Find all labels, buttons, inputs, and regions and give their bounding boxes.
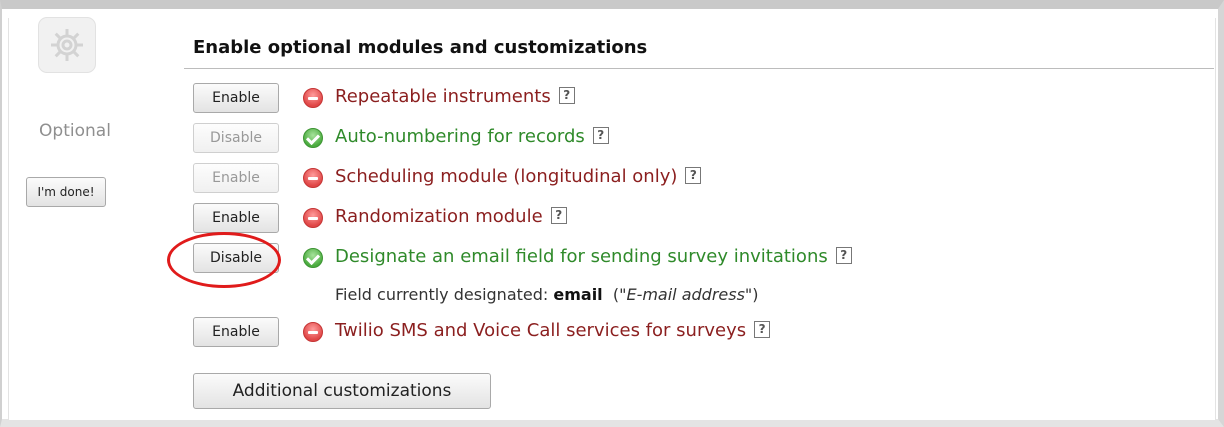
module-label: Twilio SMS and Voice Call services for s… bbox=[335, 320, 771, 341]
additional-customizations-button[interactable]: Additional customizations bbox=[193, 373, 491, 409]
module-label: Designate an email field for sending sur… bbox=[335, 246, 852, 267]
enable-twilio-button[interactable]: Enable bbox=[193, 317, 279, 347]
modules-panel bbox=[8, 18, 1216, 420]
help-icon[interactable]: ? bbox=[592, 126, 609, 144]
optional-label: Optional bbox=[39, 121, 111, 141]
enable-repeatable-instruments-button[interactable]: Enable bbox=[193, 83, 279, 113]
highlight-circle bbox=[167, 232, 281, 288]
module-label-text: Repeatable instruments bbox=[335, 86, 551, 107]
disabled-status-icon bbox=[303, 88, 323, 108]
section-title: Enable optional modules and customizatio… bbox=[193, 37, 648, 58]
title-divider bbox=[184, 68, 1214, 69]
enable-randomization-button[interactable]: Enable bbox=[193, 203, 279, 233]
module-label: Scheduling module (longitudinal only)? bbox=[335, 166, 702, 187]
disabled-status-icon bbox=[303, 322, 323, 342]
disabled-status-icon bbox=[303, 168, 323, 188]
module-label-text: Twilio SMS and Voice Call services for s… bbox=[335, 320, 747, 341]
im-done-button[interactable]: I'm done! bbox=[26, 177, 106, 207]
field-note-open: (" bbox=[612, 285, 627, 304]
help-icon[interactable]: ? bbox=[558, 86, 575, 104]
gear-icon bbox=[38, 17, 96, 73]
field-note-prefix: Field currently designated: bbox=[335, 285, 549, 304]
module-label-text: Auto-numbering for records bbox=[335, 126, 585, 147]
module-label: Randomization module? bbox=[335, 206, 567, 227]
module-label-text: Randomization module bbox=[335, 206, 543, 227]
email-field-note: Field currently designated: email ("E-ma… bbox=[335, 285, 759, 304]
module-label: Repeatable instruments? bbox=[335, 86, 575, 107]
help-icon[interactable]: ? bbox=[685, 166, 702, 184]
field-label: E-mail address bbox=[626, 285, 745, 304]
enabled-status-icon bbox=[303, 128, 323, 148]
help-icon[interactable]: ? bbox=[550, 206, 567, 224]
enabled-status-icon bbox=[303, 248, 323, 268]
field-note-close: ") bbox=[744, 285, 759, 304]
module-label-text: Scheduling module (longitudinal only) bbox=[335, 166, 678, 187]
enable-scheduling-button[interactable]: Enable bbox=[193, 163, 279, 193]
help-icon[interactable]: ? bbox=[835, 246, 852, 264]
field-name: email bbox=[553, 285, 603, 304]
disable-auto-numbering-button[interactable]: Disable bbox=[193, 123, 279, 153]
help-icon[interactable]: ? bbox=[754, 320, 771, 338]
disabled-status-icon bbox=[303, 208, 323, 228]
module-label-text: Designate an email field for sending sur… bbox=[335, 246, 828, 267]
module-label: Auto-numbering for records? bbox=[335, 126, 609, 147]
